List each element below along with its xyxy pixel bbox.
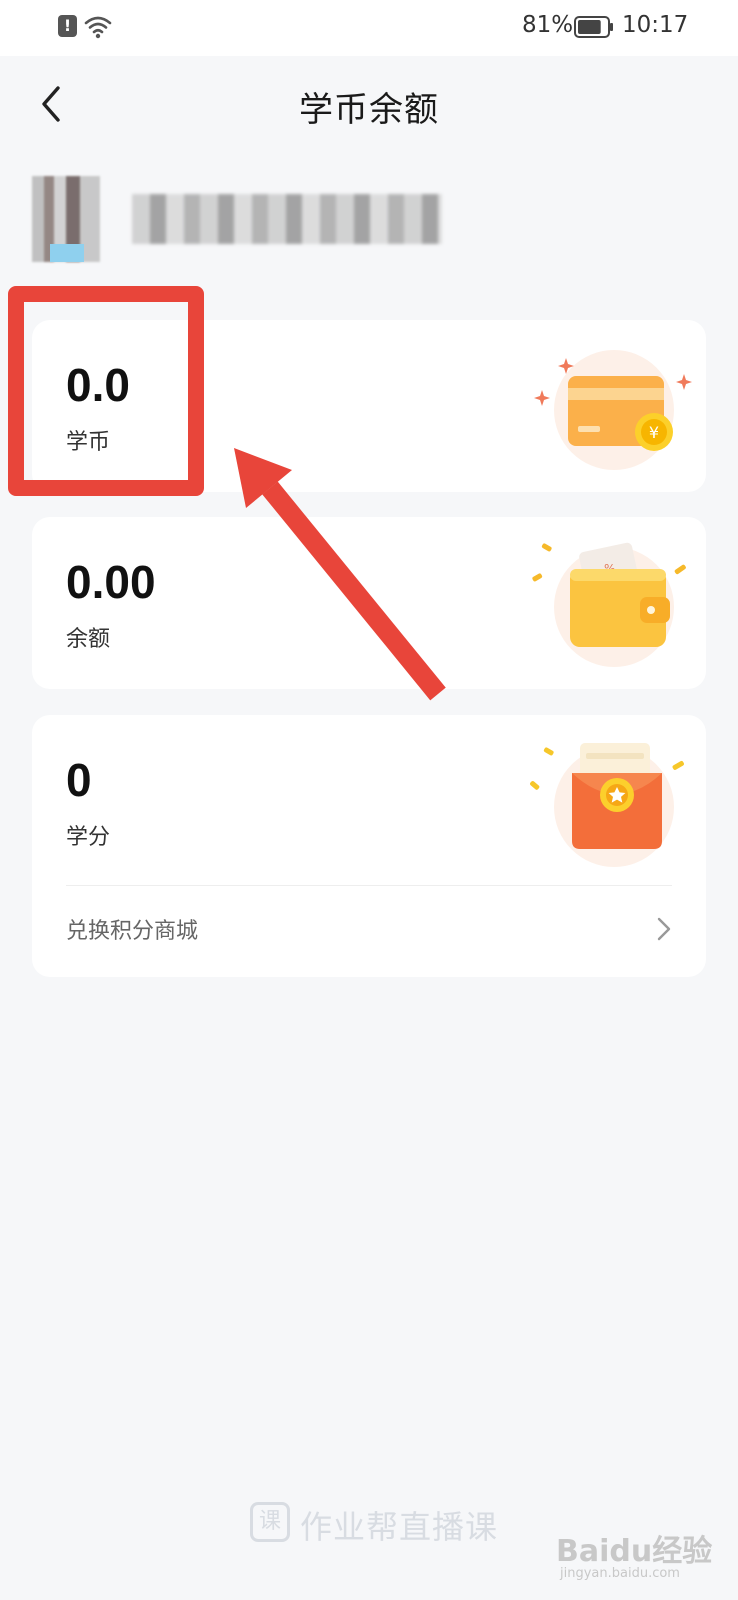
wifi-icon (84, 16, 112, 39)
battery-icon (574, 16, 613, 38)
annotation-arrow-icon (234, 448, 446, 701)
avatar-accent (50, 244, 84, 262)
clock: 10:17 (622, 12, 689, 38)
points-mall-label: 兑换积分商城 (66, 919, 199, 944)
points-label: 学分 (66, 825, 111, 850)
points-card: 0 学分 兑换积分商城 (32, 715, 706, 977)
annotation-highlight-box (8, 286, 204, 496)
divider (66, 885, 672, 886)
battery-percent: 81% (522, 12, 574, 38)
user-info (32, 176, 512, 262)
points-mall-link[interactable]: 兑换积分商城 (66, 905, 672, 955)
balance-value: 0.00 (66, 556, 156, 608)
bank-card-coin-icon: ¥ (534, 350, 692, 470)
chevron-right-icon (657, 917, 671, 941)
brand-name: 作业帮直播课 (300, 1508, 499, 1546)
red-envelope-icon (530, 743, 684, 867)
footer-brand: 课 作业帮直播课 (250, 1500, 497, 1548)
alert-icon: ! (58, 15, 77, 37)
wallet-icon: % (532, 542, 686, 667)
page-title: 学币余额 (299, 90, 439, 130)
watermark-sub: jingyan.baidu.com (560, 1566, 680, 1581)
watermark: Baidu经验 jingyan.baidu.com (556, 1526, 732, 1592)
watermark-main: Baidu经验 (556, 1534, 713, 1569)
brand-logo-icon: 课 (250, 1502, 290, 1542)
balance-label: 余额 (66, 627, 111, 652)
points-value: 0 (66, 754, 92, 806)
username-blurred (132, 194, 442, 244)
status-bar: ! 81% 10:17 (0, 0, 738, 56)
svg-text:¥: ¥ (649, 423, 659, 442)
